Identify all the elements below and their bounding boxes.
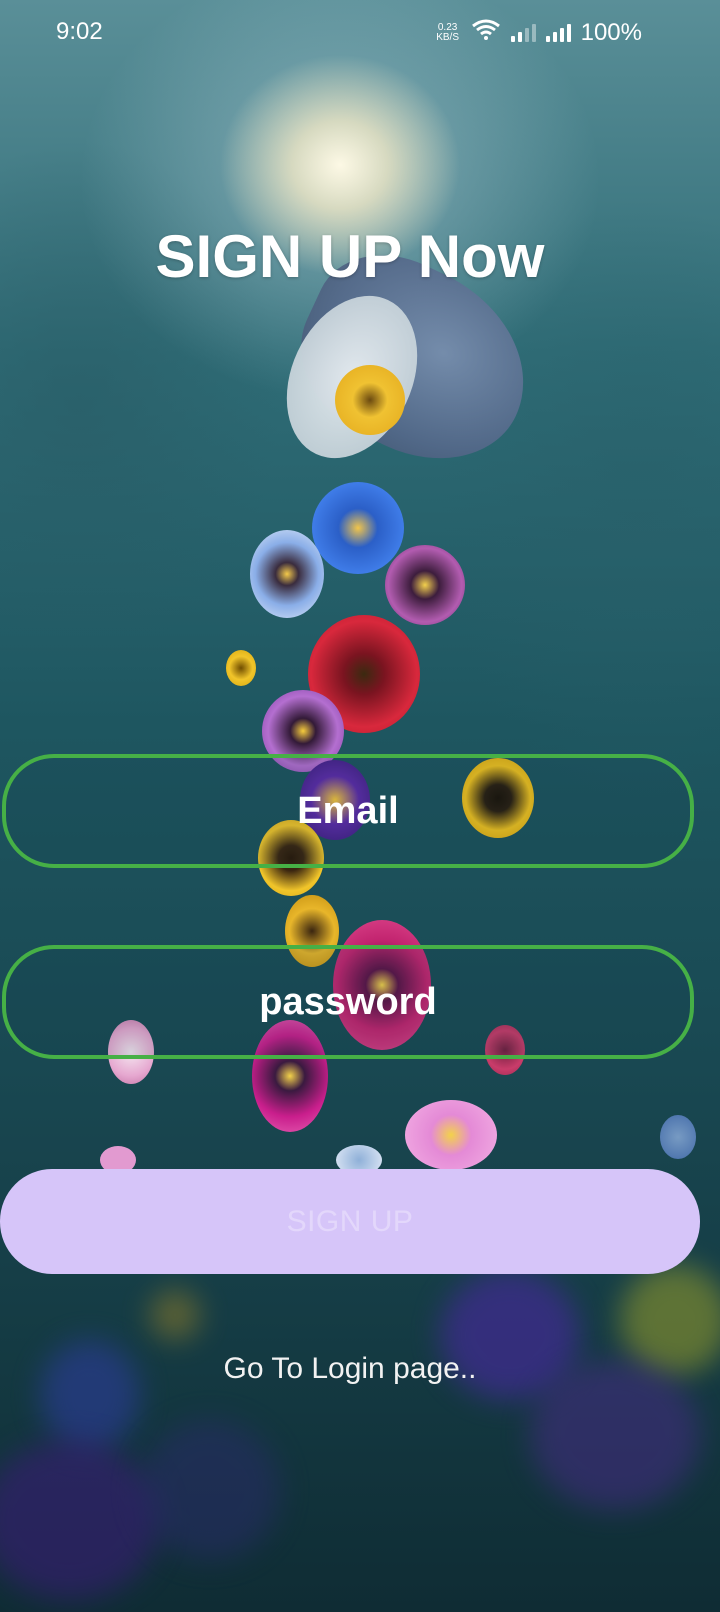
signup-button-label: SIGN UP: [286, 1204, 414, 1238]
email-field[interactable]: Email: [2, 754, 694, 868]
network-speed: 0.23 KB/S: [435, 21, 461, 43]
email-placeholder: Email: [297, 789, 399, 832]
password-placeholder: password: [259, 980, 437, 1023]
network-speed-unit: KB/S: [436, 31, 459, 43]
status-bar: 9:02 0.23 KB/S 100%: [0, 0, 720, 66]
signup-button[interactable]: SIGN UP: [0, 1169, 700, 1274]
wifi-icon: [471, 18, 501, 47]
go-to-login-link[interactable]: Go To Login page..: [0, 1352, 700, 1386]
page-title: SIGN UP Now: [155, 223, 545, 290]
signup-screen: 9:02 0.23 KB/S 100% SIGN UP Now Email pa…: [0, 0, 720, 1612]
signal-icon-sim1: [510, 23, 536, 42]
network-speed-value: 0.23: [437, 21, 458, 33]
password-field[interactable]: password: [2, 945, 694, 1059]
status-icons: 0.23 KB/S 100%: [435, 18, 642, 47]
battery-text: 100%: [580, 18, 642, 46]
status-time: 9:02: [56, 18, 103, 45]
signal-icon-sim2: [545, 23, 571, 42]
